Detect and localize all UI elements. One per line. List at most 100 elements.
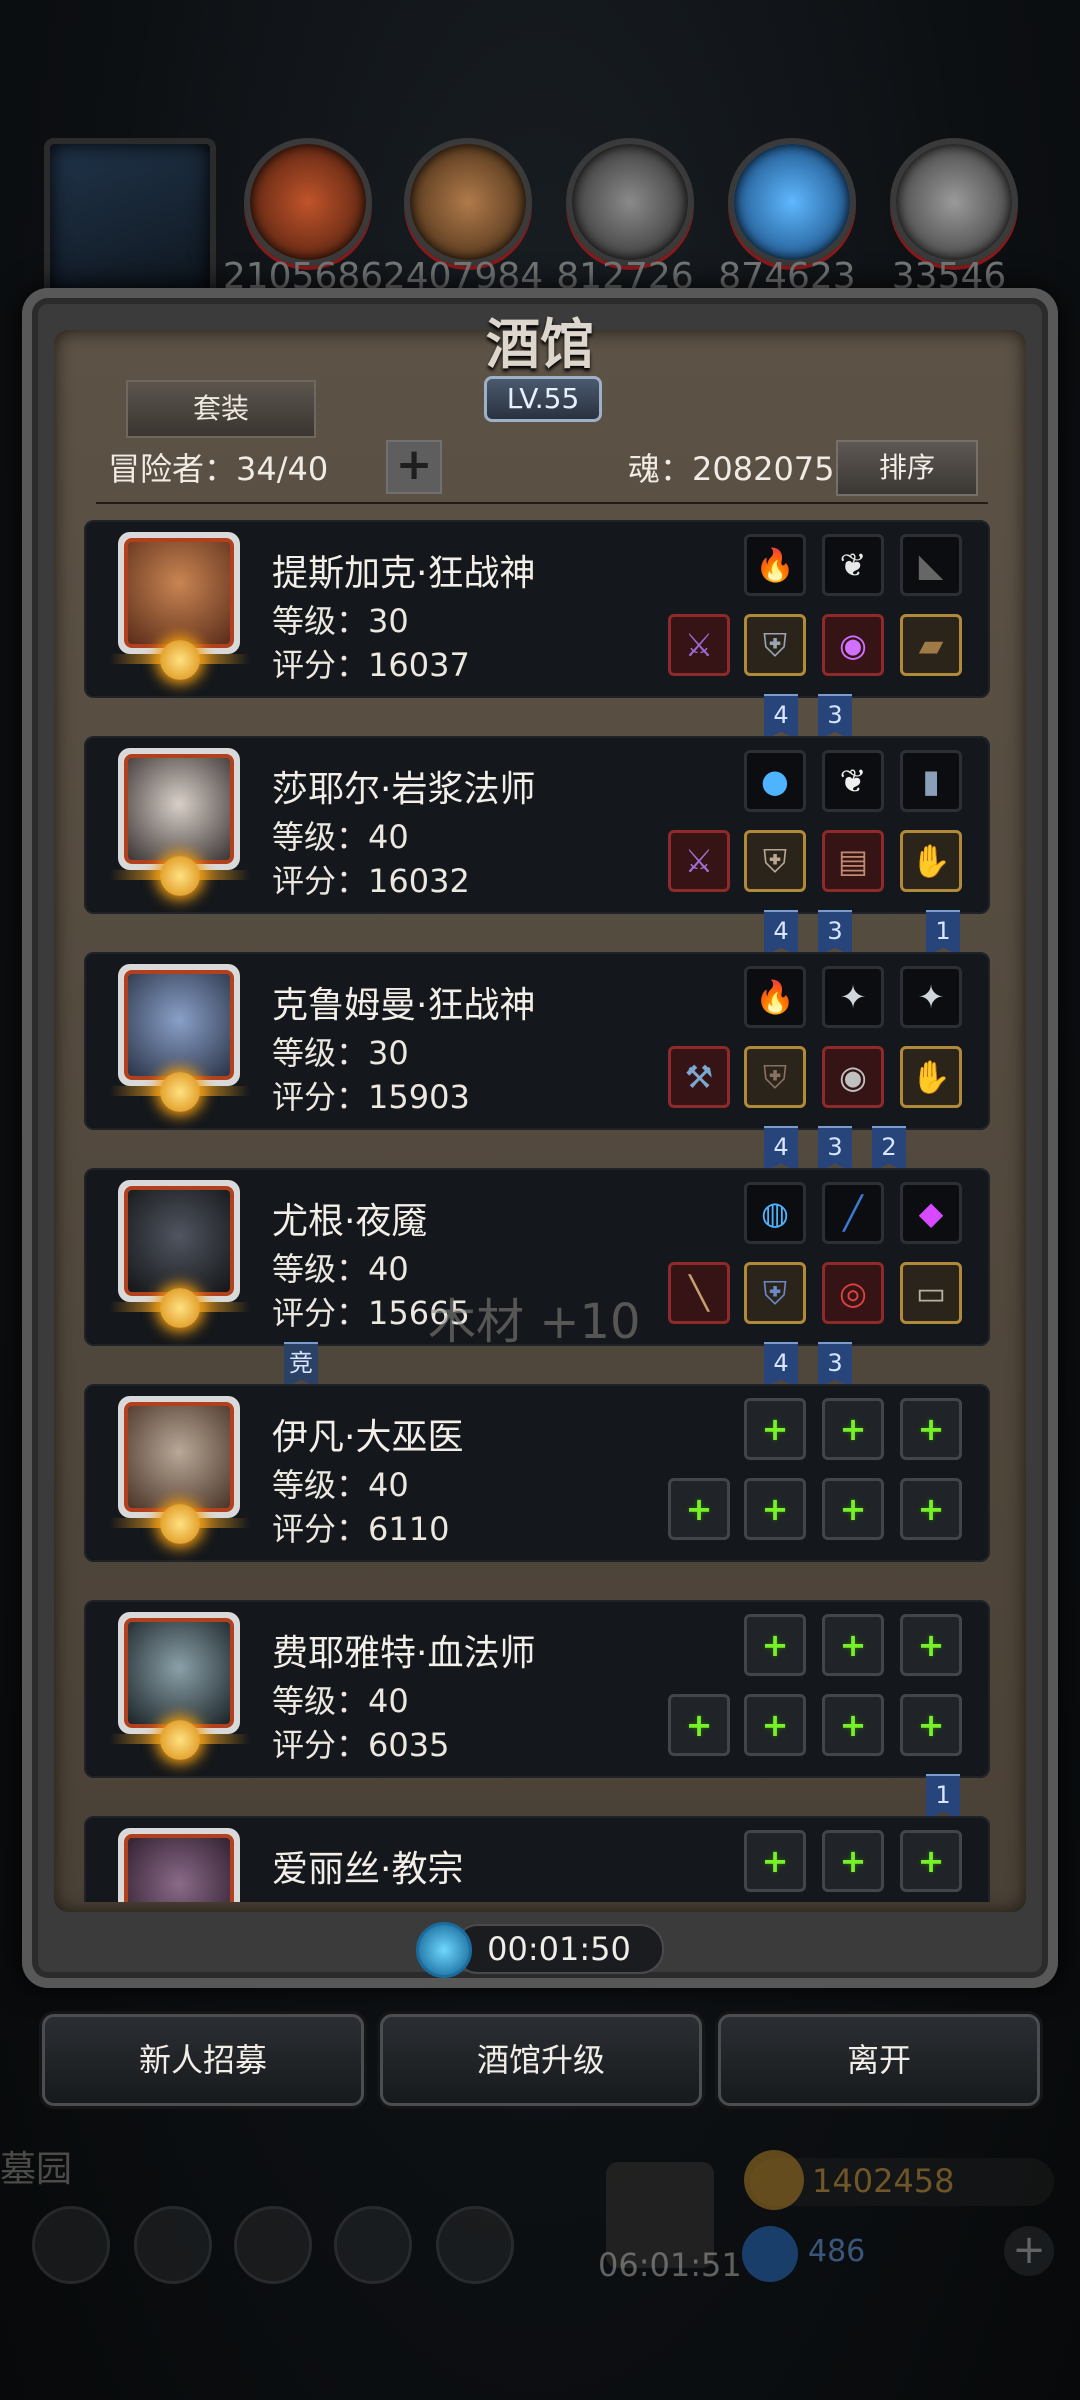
add-helmet-icon[interactable]: + <box>822 1478 884 1540</box>
add-armor-icon[interactable]: + <box>744 1478 806 1540</box>
add-skill-icon[interactable]: + <box>822 1830 884 1892</box>
hero-card[interactable]: 克鲁姆曼·狂战神 等级：30 评分：15903 🔥 ✦ ✦ ⚒ ⛨ ◉ ✋ <box>84 952 990 1130</box>
hero-name: 提斯加克·狂战神 <box>272 553 536 594</box>
book-skill-icon[interactable]: ▮ <box>900 750 962 812</box>
armor-slot-icon[interactable]: ⛨ <box>744 1262 806 1324</box>
weapon-slot-icon[interactable]: ⚔ <box>668 614 730 676</box>
gloves-slot-icon[interactable]: ✋ <box>900 830 962 892</box>
tome-slot-icon[interactable]: ▤ <box>822 830 884 892</box>
boots-slot-icon[interactable]: ▰ <box>900 614 962 676</box>
rune-skill-icon[interactable]: ✦ <box>822 966 884 1028</box>
hero-name: 莎耶尔·岩浆法师 <box>272 769 536 810</box>
upgrade-tavern-button[interactable]: 酒馆升级 <box>380 2014 702 2106</box>
hero-card[interactable]: 伊凡·大巫医 等级：40 评分：6110 + + + + + + + <box>84 1384 990 1562</box>
hero-score: 评分：16032 <box>272 862 470 900</box>
steel-icon <box>890 138 1018 266</box>
add-adventurer-button[interactable]: + <box>386 440 442 494</box>
gem-count-ribbon: 4 <box>764 1342 798 1388</box>
sort-button[interactable]: 排序 <box>836 440 978 496</box>
hero-name: 费耶雅特·血法师 <box>272 1633 536 1674</box>
add-currency-button[interactable]: + <box>1004 2226 1054 2276</box>
hero-portrait <box>118 1828 240 1902</box>
resource-gain-popup: 木材 +10 <box>428 1294 641 1350</box>
rank-emblem-icon <box>160 1720 200 1760</box>
gloves-slot-icon[interactable]: ✋ <box>900 1046 962 1108</box>
hero-score: 评分：6035 <box>272 1726 450 1764</box>
recruit-button[interactable]: 新人招募 <box>42 2014 364 2106</box>
gem-count-ribbon: 4 <box>764 1126 798 1172</box>
feather-skill-icon[interactable]: ❦ <box>822 534 884 596</box>
gear-icon[interactable] <box>32 2206 110 2284</box>
add-gloves-icon[interactable]: + <box>900 1478 962 1540</box>
add-skill-icon[interactable]: + <box>822 1614 884 1676</box>
gem-count-ribbon: 3 <box>818 694 852 740</box>
armor-slot-icon[interactable]: ⛨ <box>744 830 806 892</box>
helmet-slot-icon[interactable]: ◉ <box>822 1046 884 1108</box>
wood-icon <box>404 138 532 266</box>
arena-ribbon: 竞 <box>284 1342 318 1388</box>
hero-card[interactable]: 爱丽丝·教宗 + + + <box>84 1816 990 1902</box>
orb-skill-icon[interactable]: ● <box>744 750 806 812</box>
gem-count-ribbon: 1 <box>926 910 960 956</box>
gem-icon <box>742 2226 798 2282</box>
add-skill-icon[interactable]: + <box>900 1830 962 1892</box>
crystal-skill-icon[interactable]: ◆ <box>900 1182 962 1244</box>
add-weapon-icon[interactable]: + <box>668 1694 730 1756</box>
helmet-slot-icon[interactable]: ◉ <box>822 614 884 676</box>
fire-skill-icon[interactable]: 🔥 <box>744 534 806 596</box>
spear-slot-icon[interactable]: ╲ <box>668 1262 730 1324</box>
axe-slot-icon[interactable]: ⚒ <box>668 1046 730 1108</box>
add-skill-icon[interactable]: + <box>744 1614 806 1676</box>
add-skill-icon[interactable]: + <box>822 1398 884 1460</box>
rune-skill-icon[interactable]: ✦ <box>900 966 962 1028</box>
hero-card[interactable]: 费耶雅特·血法师 等级：40 评分：6035 + + + + + + + <box>84 1600 990 1778</box>
add-weapon-icon[interactable]: + <box>668 1478 730 1540</box>
map-icon[interactable] <box>436 2206 514 2284</box>
add-skill-icon[interactable]: + <box>744 1830 806 1892</box>
hero-card[interactable]: 提斯加克·狂战神 等级：30 评分：16037 🔥 ❦ ◣ ⚔ ⛨ ◉ ▰ <box>84 520 990 698</box>
player-avatar[interactable] <box>44 138 216 306</box>
leave-button[interactable]: 离开 <box>718 2014 1040 2106</box>
rank-emblem-icon <box>160 856 200 896</box>
hero-list[interactable]: 提斯加克·狂战神 等级：30 评分：16037 🔥 ❦ ◣ ⚔ ⛨ ◉ ▰ 4 … <box>84 516 990 1902</box>
tavern-level-badge: LV.55 <box>484 376 602 422</box>
hero-level: 等级：30 <box>272 1034 409 1072</box>
armor-slot-icon[interactable]: ⛨ <box>744 1046 806 1108</box>
add-gloves-icon[interactable]: + <box>900 1694 962 1756</box>
gem-count-ribbon: 3 <box>818 1126 852 1172</box>
add-armor-icon[interactable]: + <box>744 1694 806 1756</box>
hero-card[interactable]: 莎耶尔·岩浆法师 等级：40 评分：16032 ● ❦ ▮ ⚔ ⛨ ▤ ✋ <box>84 736 990 914</box>
suit-tab[interactable]: 套装 <box>126 380 316 438</box>
hero-level: 等级：40 <box>272 1682 409 1720</box>
fire-skill-icon[interactable]: 🔥 <box>744 966 806 1028</box>
add-helmet-icon[interactable]: + <box>822 1694 884 1756</box>
tavern-timer: 00:01:50 <box>454 1924 664 1974</box>
panel-title: 酒馆 <box>486 312 594 376</box>
add-skill-icon[interactable]: + <box>744 1398 806 1460</box>
hero-portrait <box>118 1396 240 1518</box>
armor-slot-icon[interactable]: ⛨ <box>744 614 806 676</box>
hero-level: 等级：40 <box>272 1466 409 1504</box>
claw-skill-icon[interactable]: ◣ <box>900 534 962 596</box>
gem-count-ribbon: 4 <box>764 910 798 956</box>
hero-level: 等级：30 <box>272 602 409 640</box>
add-skill-icon[interactable]: + <box>900 1398 962 1460</box>
hero-name: 爱丽丝·教宗 <box>272 1849 464 1890</box>
ring-slot-icon[interactable]: ◎ <box>822 1262 884 1324</box>
hero-score: 评分：16037 <box>272 646 470 684</box>
add-skill-icon[interactable]: + <box>900 1614 962 1676</box>
hero-score: 评分：6110 <box>272 1510 450 1548</box>
feather-skill-icon[interactable]: ❦ <box>822 750 884 812</box>
castle-icon[interactable] <box>234 2206 312 2284</box>
shield-icon[interactable] <box>134 2206 212 2284</box>
slash-skill-icon[interactable]: ╱ <box>822 1182 884 1244</box>
weapon-slot-icon[interactable]: ⚔ <box>668 830 730 892</box>
orb-skill-icon[interactable]: ◍ <box>744 1182 806 1244</box>
hero-name: 克鲁姆曼·狂战神 <box>272 985 536 1026</box>
gem-count-ribbon: 2 <box>872 1126 906 1172</box>
hero-level: 等级：40 <box>272 1250 409 1288</box>
mail-icon[interactable] <box>334 2206 412 2284</box>
adventurer-count: 冒险者：34/40 <box>108 450 329 488</box>
hero-portrait <box>118 964 240 1086</box>
bracer-slot-icon[interactable]: ▭ <box>900 1262 962 1324</box>
